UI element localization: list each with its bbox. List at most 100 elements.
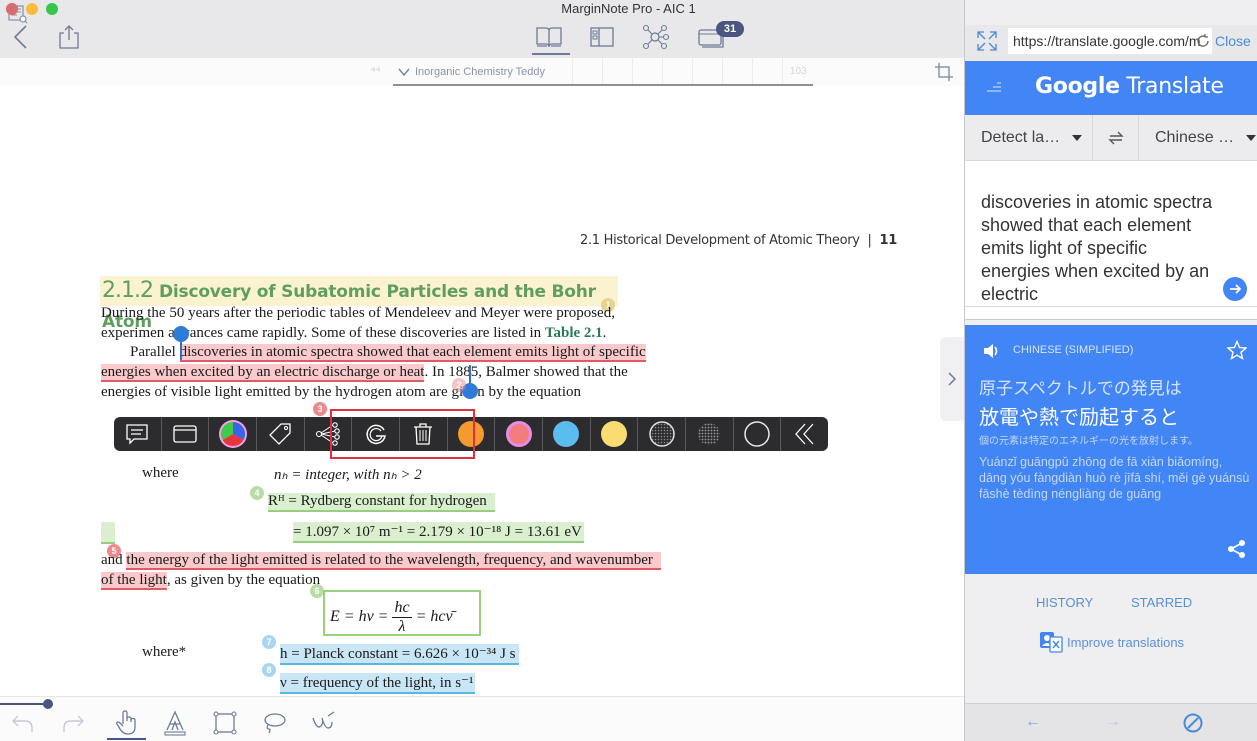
style-outline-button[interactable] (734, 417, 782, 451)
tab-cell[interactable] (573, 58, 603, 84)
target-language-label: Chinese … (1155, 128, 1235, 146)
nh-definition: nₕ = integer, with nₕ > 2 (274, 467, 422, 483)
source-language-select[interactable]: Detect la… (965, 115, 1093, 160)
close-panel-button[interactable]: Close (1215, 33, 1251, 49)
paragraph-line: of the light, as given by the equation (101, 572, 320, 590)
page-progress-knob[interactable] (43, 699, 53, 709)
highlight-red[interactable]: energies when excited by an electric dis… (101, 364, 425, 382)
mindmap-mode-button[interactable] (641, 24, 670, 50)
equation-fraction: hc λ (392, 599, 412, 636)
back-button[interactable] (12, 24, 30, 50)
highlight-red[interactable]: the energy of the light emitted is relat… (126, 552, 661, 570)
browser-back-button[interactable]: ← (1025, 713, 1041, 731)
chevron-down-icon (398, 68, 410, 77)
color-red-button[interactable] (495, 417, 544, 451)
paragraph-line: Parallel discoveries in atomic spectra s… (130, 344, 646, 362)
share-translation-button[interactable] (1227, 539, 1247, 559)
note-marker[interactable]: 6 (310, 584, 324, 598)
translate-community-icon (1040, 632, 1063, 653)
source-text-area[interactable]: discoveries in atomic spectra showed tha… (965, 161, 1257, 306)
note-marker[interactable]: 4 (250, 486, 264, 500)
redo-button[interactable] (60, 710, 86, 736)
tab-cell[interactable] (633, 58, 663, 84)
highlight-red[interactable]: of the light (101, 572, 167, 590)
star-button[interactable] (1226, 339, 1248, 360)
tab-cell[interactable] (663, 58, 693, 84)
expand-panel-button[interactable] (977, 31, 997, 51)
delete-button[interactable] (400, 417, 448, 451)
share-nodes-icon (1228, 540, 1245, 558)
collapse-button[interactable] (781, 417, 828, 451)
browser-button[interactable] (162, 417, 210, 451)
tab-page-number: 103 (790, 66, 807, 77)
improve-translations-link[interactable]: Improve translations (1039, 631, 1184, 653)
url-bar: Close (965, 25, 1257, 61)
tab-cell[interactable] (753, 58, 783, 84)
pen-tool-button[interactable] (310, 710, 336, 736)
undo-button[interactable] (10, 710, 36, 736)
note-marker[interactable]: 7 (262, 635, 276, 649)
tab-cell[interactable] (693, 58, 723, 84)
tag-button[interactable] (257, 417, 305, 451)
trash-icon (414, 423, 433, 445)
selection-start-handle[interactable] (173, 326, 189, 342)
equation-lhs: E = hν = (330, 608, 393, 626)
outline-mode-button[interactable] (588, 24, 616, 50)
web-panel: Close Google Translate Detect la… Chines… (964, 0, 1257, 741)
pinyin-transliteration: Yuánzǐ guāngpǔ zhōng de fā xiàn biǎomíng… (979, 455, 1250, 501)
table-reference-link[interactable]: Table 2.1 (545, 325, 603, 341)
style-dotted-outline-button[interactable] (638, 417, 687, 451)
rectangle-tool-button[interactable] (212, 710, 238, 736)
page-progress-track[interactable] (0, 703, 48, 705)
note-marker[interactable]: 3 (313, 402, 327, 416)
browser-forward-button[interactable]: → (1105, 713, 1121, 731)
section-heading[interactable]: 2.1.2 Discovery of Subatomic Particles an… (100, 276, 618, 332)
chevron-right-icon (948, 372, 957, 386)
note-marker[interactable]: 8 (262, 663, 276, 677)
text-run: Parallel (130, 344, 176, 360)
tab-cell[interactable] (723, 58, 753, 84)
swap-languages-button[interactable] (1093, 115, 1139, 160)
target-language-select[interactable]: Chinese … (1139, 115, 1257, 160)
hand-pointer-icon (116, 710, 136, 735)
share-button[interactable] (58, 24, 80, 50)
highlight-green-fragment[interactable] (101, 522, 115, 544)
menu-button[interactable] (985, 79, 1003, 95)
comment-button[interactable] (114, 417, 162, 451)
starred-link[interactable]: STARRED (1131, 595, 1192, 610)
history-link[interactable]: HISTORY (1036, 595, 1093, 610)
mindmap-link-button[interactable] (305, 417, 353, 451)
open-in-browser-button[interactable] (1183, 713, 1203, 733)
highlight-red[interactable]: discoveries in atomic spectra showed tha… (179, 344, 646, 362)
previous-tabs[interactable]: ◂◂ (370, 64, 380, 75)
highlight-blue[interactable]: h = Planck constant = 6.626 × 10⁻³⁴ J s (280, 644, 519, 665)
translation-line: 個の元素は特定のエネルギーの光を放射します。 (979, 436, 1198, 447)
color-orange-button[interactable] (448, 417, 496, 451)
text-tool-button[interactable] (162, 710, 188, 736)
tab-cell[interactable] (603, 58, 633, 84)
color-yellow-button[interactable] (591, 417, 639, 451)
url-input[interactable] (1008, 28, 1212, 54)
style-dotted-fill-button[interactable] (686, 417, 734, 451)
highlight-green[interactable]: Rᴴ = Rydberg constant for hydrogen (268, 493, 495, 512)
lasso-tool-button[interactable] (260, 710, 286, 736)
caret-down-icon (1246, 134, 1257, 141)
translation-line: 放電や熱で励起すると (979, 407, 1179, 429)
equation-rhs: = hcν̄ (411, 608, 453, 626)
color-blue-button[interactable] (543, 417, 591, 451)
document-mode-button[interactable] (535, 24, 563, 50)
document-page[interactable]: 2.1 Historical Development of Atomic The… (0, 86, 964, 696)
google-search-button[interactable] (352, 417, 401, 451)
listen-button[interactable] (983, 343, 1001, 359)
crop-button[interactable] (934, 62, 954, 82)
reload-button[interactable] (1195, 33, 1211, 49)
highlight-green[interactable]: = 1.097 × 10⁷ m⁻¹ = 2.179 × 10⁻¹⁸ J = 13… (293, 522, 584, 543)
highlight-blue[interactable]: ν = frequency of the light, in s⁻¹ (280, 673, 476, 694)
hand-tool-button[interactable] (114, 710, 140, 736)
source-text[interactable]: discoveries in atomic spectra showed tha… (981, 191, 1221, 306)
translate-button[interactable] (1223, 277, 1247, 301)
color-wheel-button[interactable] (209, 417, 258, 451)
next-page-button[interactable] (940, 337, 964, 421)
tab-inorganic-chemistry[interactable]: Inorganic Chemistry Teddy (393, 60, 552, 84)
note-marker[interactable]: 2 (452, 378, 466, 392)
